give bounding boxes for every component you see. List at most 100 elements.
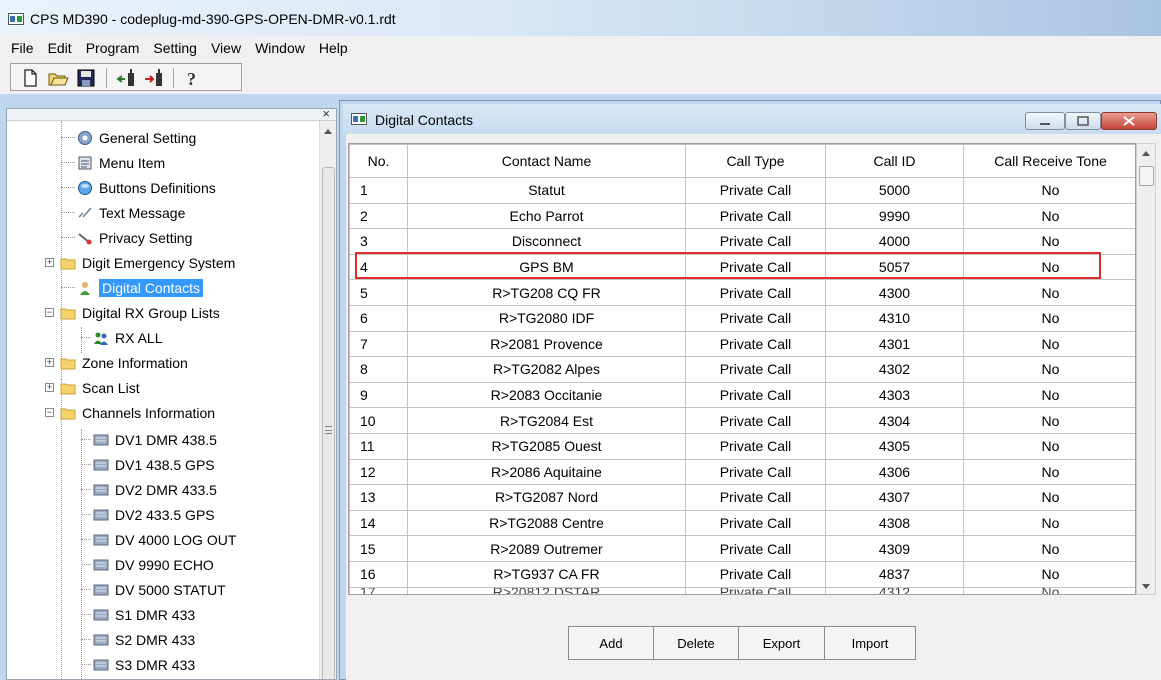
scroll-down-icon[interactable] xyxy=(1142,584,1150,589)
collapse-icon[interactable]: − xyxy=(45,308,54,317)
tree-item-zone-information[interactable]: + Zone Information xyxy=(45,350,188,375)
table-row[interactable]: 8 R>TG2082 Alpes Private Call 4302 No xyxy=(349,356,1135,383)
minimize-button[interactable] xyxy=(1025,112,1065,130)
cell-no[interactable]: 11 xyxy=(349,432,408,460)
cell-call-type[interactable]: Private Call xyxy=(685,228,826,255)
cell-call-type[interactable]: Private Call xyxy=(685,279,826,306)
cell-call-receive-tone[interactable]: No xyxy=(963,356,1135,383)
cell-call-receive-tone[interactable]: No xyxy=(963,253,1135,281)
cell-call-receive-tone[interactable]: No xyxy=(963,458,1135,486)
cell-call-receive-tone[interactable]: No xyxy=(963,432,1135,460)
cell-call-id[interactable]: 9990 xyxy=(825,202,964,230)
cell-call-receive-tone[interactable]: No xyxy=(963,407,1135,434)
cell-contact-name[interactable]: R>2083 Occitanie xyxy=(407,381,686,409)
maximize-button[interactable] xyxy=(1065,112,1101,130)
cell-contact-name[interactable]: R>TG937 CA FR xyxy=(407,560,686,588)
cell-call-receive-tone[interactable]: No xyxy=(963,484,1135,511)
cell-call-id[interactable]: 5057 xyxy=(825,253,964,281)
cell-contact-name[interactable]: Disconnect xyxy=(407,228,686,255)
table-row[interactable]: 13 R>TG2087 Nord Private Call 4307 No xyxy=(349,484,1135,511)
table-row[interactable]: 3 Disconnect Private Call 4000 No xyxy=(349,228,1135,255)
cell-call-id[interactable]: 4305 xyxy=(825,432,964,460)
tree-item-channel[interactable]: DV1 438.5 GPS xyxy=(81,452,215,477)
cell-call-type[interactable]: Private Call xyxy=(685,381,826,409)
cell-contact-name[interactable]: GPS BM xyxy=(407,253,686,281)
cell-call-type[interactable]: Private Call xyxy=(685,356,826,383)
close-icon[interactable]: × xyxy=(322,109,330,121)
cell-call-type[interactable]: Private Call xyxy=(685,330,826,358)
menu-setting[interactable]: Setting xyxy=(146,40,204,56)
cell-call-type[interactable]: Private Call xyxy=(685,560,826,588)
save-disk-icon[interactable] xyxy=(75,67,97,89)
cell-call-type[interactable]: Private Call xyxy=(685,253,826,281)
cell-call-receive-tone[interactable]: No xyxy=(963,586,1135,594)
tree-item-channel[interactable]: DV1 DMR 438.5 xyxy=(81,427,217,452)
table-row[interactable]: 17 R>20812 DSTAR Private Call 4312 No xyxy=(349,586,1135,594)
cell-call-receive-tone[interactable]: No xyxy=(963,535,1135,562)
scroll-up-icon[interactable] xyxy=(324,129,332,134)
close-button[interactable] xyxy=(1101,112,1157,130)
tree-item-digital-rx-group-lists[interactable]: − Digital RX Group Lists xyxy=(45,300,220,325)
cell-no[interactable]: 10 xyxy=(349,407,408,434)
tree-item-channels-information[interactable]: − Channels Information xyxy=(45,400,215,425)
table-row[interactable]: 9 R>2083 Occitanie Private Call 4303 No xyxy=(349,381,1135,409)
tree-item-menu-item[interactable]: Menu Item xyxy=(61,150,165,175)
cell-call-id[interactable]: 4304 xyxy=(825,407,964,434)
cell-contact-name[interactable]: Echo Parrot xyxy=(407,202,686,230)
cell-call-type[interactable]: Private Call xyxy=(685,177,826,204)
cell-contact-name[interactable]: R>TG2087 Nord xyxy=(407,484,686,511)
cell-no[interactable]: 15 xyxy=(349,535,408,562)
cell-call-receive-tone[interactable]: No xyxy=(963,509,1135,537)
cell-no[interactable]: 4 xyxy=(349,253,408,281)
tree-item-channel[interactable]: DV2 DMR 433.5 xyxy=(81,477,217,502)
tree-item-scan-list[interactable]: + Scan List xyxy=(45,375,140,400)
cell-call-receive-tone[interactable]: No xyxy=(963,330,1135,358)
cell-contact-name[interactable]: Statut xyxy=(407,177,686,204)
tree-item-digital-contacts[interactable]: Digital Contacts xyxy=(61,275,204,300)
cell-call-type[interactable]: Private Call xyxy=(685,586,826,594)
write-radio-icon[interactable] xyxy=(143,67,165,89)
cell-call-type[interactable]: Private Call xyxy=(685,484,826,511)
grid-scrollbar[interactable] xyxy=(1136,143,1156,595)
table-row[interactable]: 16 R>TG937 CA FR Private Call 4837 No xyxy=(349,560,1135,588)
cell-no[interactable]: 7 xyxy=(349,330,408,358)
scrollbar-thumb[interactable] xyxy=(322,167,335,679)
table-row[interactable]: 11 R>TG2085 Ouest Private Call 4305 No xyxy=(349,432,1135,460)
tree-item-channel[interactable]: S2 DMR 433 xyxy=(81,627,195,652)
expand-icon[interactable]: + xyxy=(45,383,54,392)
menu-window[interactable]: Window xyxy=(248,40,312,56)
menu-edit[interactable]: Edit xyxy=(41,40,79,56)
cell-no[interactable]: 2 xyxy=(349,202,408,230)
table-row[interactable]: 15 R>2089 Outremer Private Call 4309 No xyxy=(349,535,1135,562)
delete-button[interactable]: Delete xyxy=(653,626,739,660)
cell-no[interactable]: 12 xyxy=(349,458,408,486)
tree-item-digit-emergency-system[interactable]: + Digit Emergency System xyxy=(45,250,235,275)
cell-call-type[interactable]: Private Call xyxy=(685,304,826,332)
menu-program[interactable]: Program xyxy=(79,40,147,56)
cell-no[interactable]: 13 xyxy=(349,484,408,511)
cell-call-id[interactable]: 4303 xyxy=(825,381,964,409)
export-button[interactable]: Export xyxy=(738,626,825,660)
table-row[interactable]: 1 Statut Private Call 5000 No xyxy=(349,177,1135,204)
cell-call-type[interactable]: Private Call xyxy=(685,202,826,230)
add-button[interactable]: Add xyxy=(568,626,654,660)
cell-contact-name[interactable]: R>TG208 CQ FR xyxy=(407,279,686,306)
cell-contact-name[interactable]: R>TG2084 Est xyxy=(407,407,686,434)
new-file-icon[interactable] xyxy=(19,67,41,89)
cell-call-id[interactable]: 4300 xyxy=(825,279,964,306)
expand-icon[interactable]: + xyxy=(45,258,54,267)
cell-call-receive-tone[interactable]: No xyxy=(963,202,1135,230)
cell-call-id[interactable]: 4301 xyxy=(825,330,964,358)
cell-no[interactable]: 9 xyxy=(349,381,408,409)
cell-call-type[interactable]: Private Call xyxy=(685,458,826,486)
menu-view[interactable]: View xyxy=(204,40,248,56)
cell-contact-name[interactable]: R>TG2088 Centre xyxy=(407,509,686,537)
cell-no[interactable]: 3 xyxy=(349,228,408,255)
menu-help[interactable]: Help xyxy=(312,40,355,56)
cell-call-id[interactable]: 5000 xyxy=(825,177,964,204)
tree-item-channel[interactable]: S1 DMR 433 xyxy=(81,602,195,627)
table-row[interactable]: 10 R>TG2084 Est Private Call 4304 No xyxy=(349,407,1135,434)
cell-call-id[interactable]: 4302 xyxy=(825,356,964,383)
tree-item-channel[interactable]: DV 5000 STATUT xyxy=(81,577,226,602)
open-folder-icon[interactable] xyxy=(47,67,69,89)
